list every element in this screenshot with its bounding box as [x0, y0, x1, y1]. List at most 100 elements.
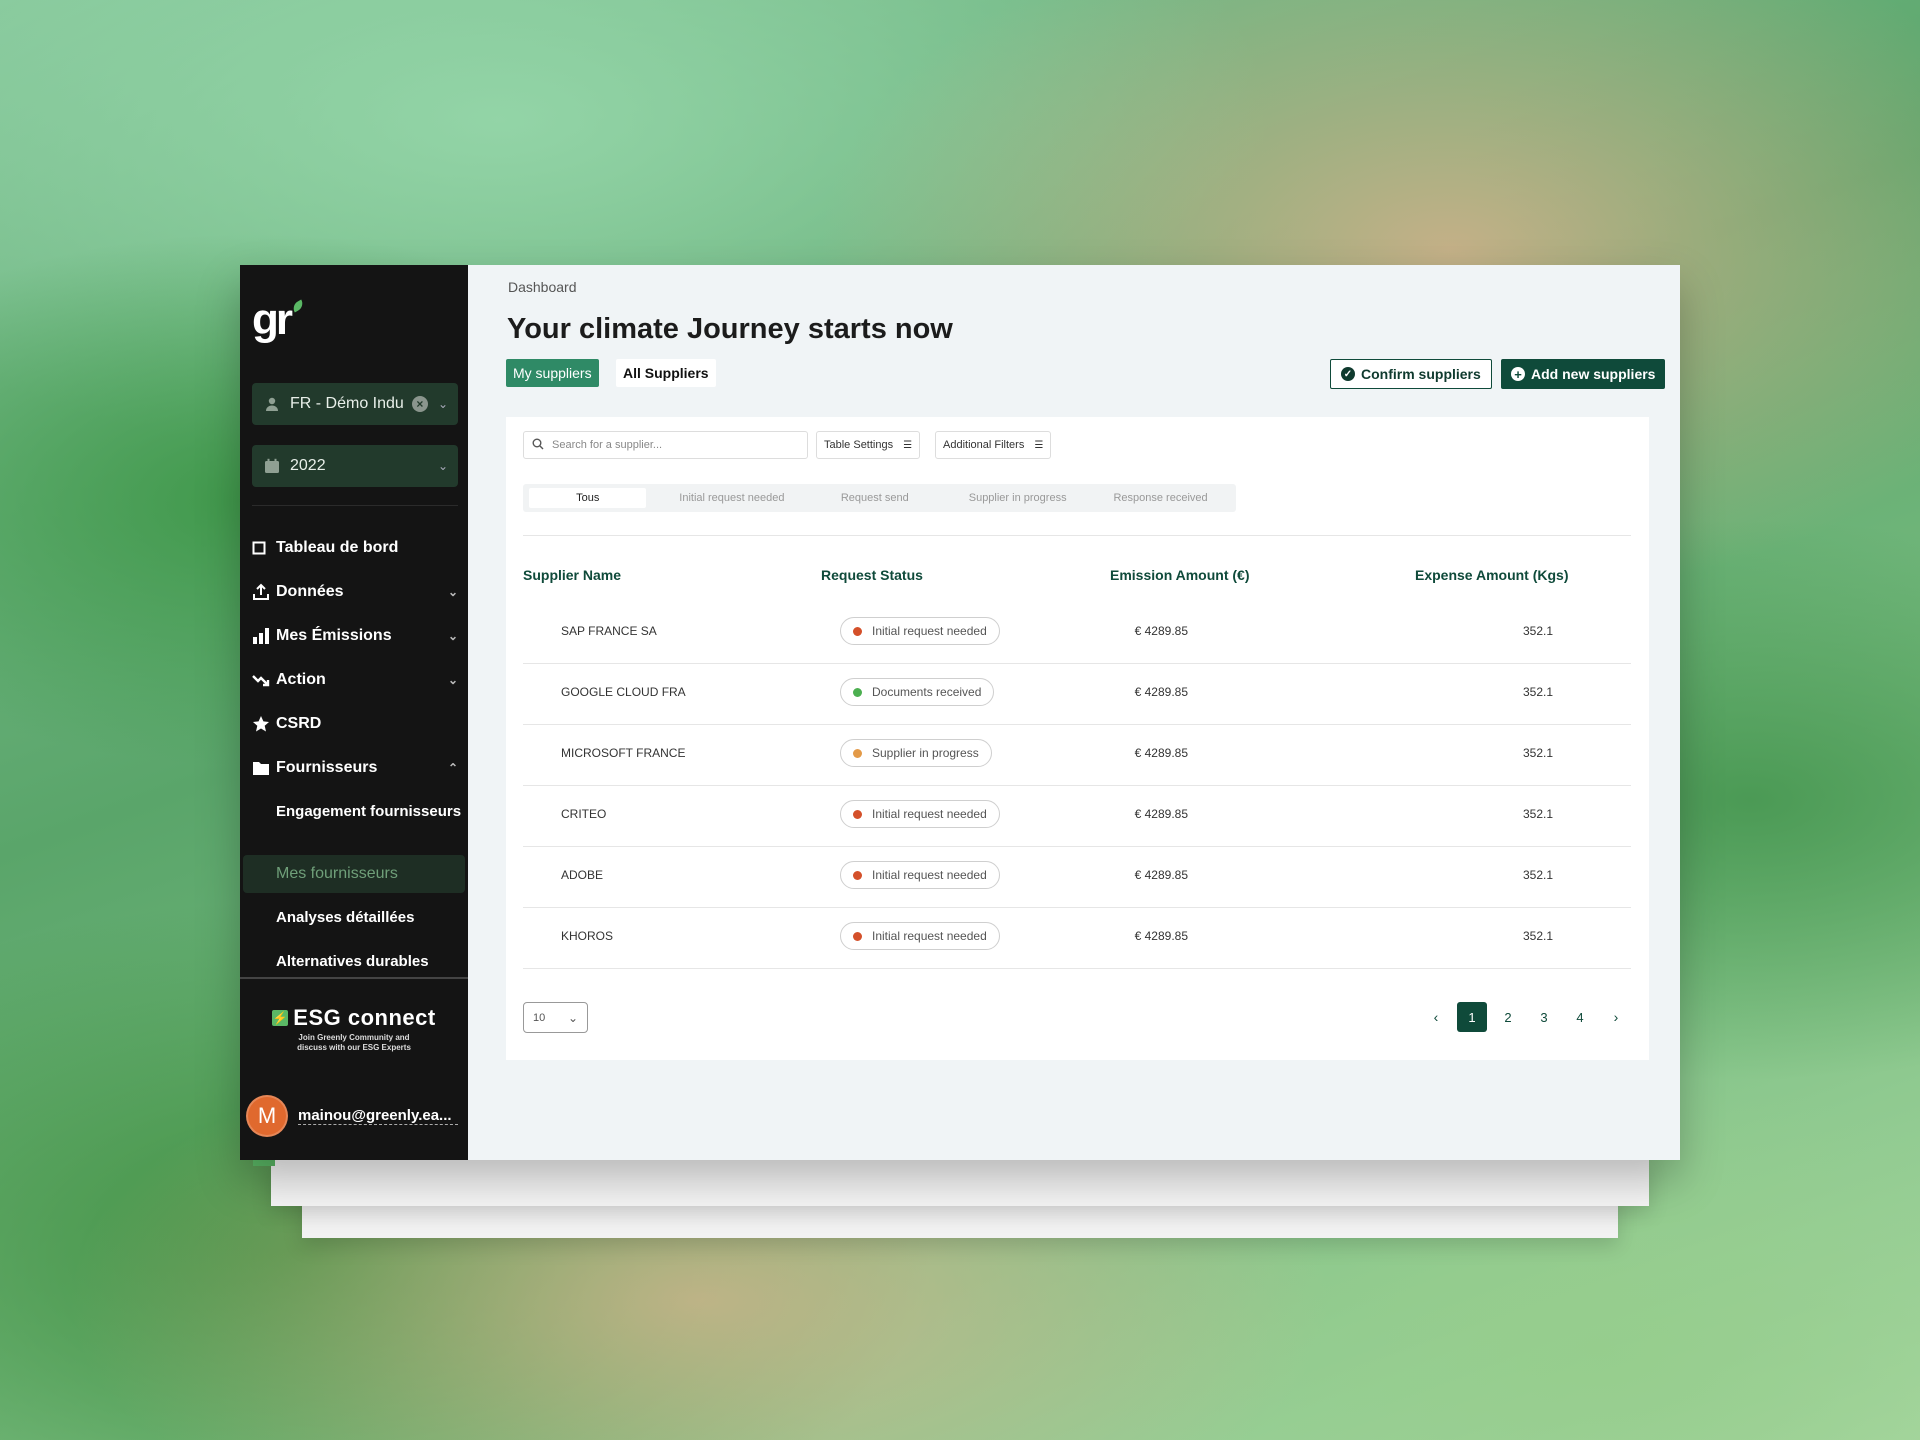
table-row[interactable]: ADOBE Initial request needed € 4289.85 352.…: [523, 846, 1631, 907]
status-tab-supplier-in-progress[interactable]: Supplier in progress: [946, 488, 1089, 508]
column-header-emission[interactable]: Emission Amount (€): [1110, 567, 1250, 583]
table-row[interactable]: SAP FRANCE SA Initial request needed € 428…: [523, 602, 1631, 663]
emission-amount: € 4289.85: [1134, 868, 1188, 882]
esg-subtitle-2: discuss with our ESG Experts: [297, 1043, 411, 1052]
add-label: Add new suppliers: [1531, 366, 1656, 382]
table-divider: [523, 535, 1631, 536]
chevron-down-icon: ⌄: [567, 1010, 578, 1025]
year-value: 2022: [290, 457, 326, 474]
nav-csrd[interactable]: CSRD: [252, 706, 458, 742]
organization-select[interactable]: FR - Démo Indu × ⌄: [252, 383, 458, 425]
nav-label: Mes Émissions: [276, 627, 392, 644]
year-select[interactable]: 2022 ⌄: [252, 445, 458, 487]
search-icon: [532, 438, 544, 453]
supplier-name: GOOGLE CLOUD FRA: [561, 685, 686, 699]
emission-amount: € 4289.85: [1134, 685, 1188, 699]
status-badge[interactable]: Initial request needed: [840, 800, 1000, 828]
status-badge[interactable]: Documents received: [840, 678, 995, 706]
sidebar: gr FR - Démo Indu × ⌄ 2022 ⌄ Tableau de …: [240, 265, 468, 1160]
clear-icon[interactable]: ×: [411, 396, 428, 412]
nav-label: Action: [276, 671, 326, 688]
additional-filters-button[interactable]: Additional Filters ☰: [935, 431, 1052, 459]
sidebar-divider: [240, 977, 468, 979]
leaf-icon: [290, 299, 306, 313]
add-suppliers-button[interactable]: + Add new suppliers: [1501, 359, 1666, 389]
confirm-suppliers-button[interactable]: ✓ Confirm suppliers: [1330, 359, 1492, 389]
status-dot: [853, 809, 862, 819]
status-filter-tabs: Tous Initial request needed Request send…: [523, 484, 1236, 512]
upload-icon: [252, 583, 276, 601]
nav-action[interactable]: Action ⌄: [252, 662, 458, 698]
column-header-supplier[interactable]: Supplier Name: [523, 567, 621, 583]
column-header-expense[interactable]: Expense Amount (Kgs): [1415, 567, 1569, 583]
nav-mes-emissions[interactable]: Mes Émissions ⌄: [252, 618, 458, 654]
nav-tableau-de-bord[interactable]: Tableau de bord: [252, 530, 458, 566]
page-1[interactable]: 1: [1457, 1002, 1487, 1032]
emission-amount: € 4289.85: [1134, 746, 1188, 760]
emission-amount: € 4289.85: [1134, 929, 1188, 943]
supplier-name: CRITEO: [561, 807, 607, 821]
supplier-name: KHOROS: [561, 929, 614, 943]
status-tab-response-received[interactable]: Response received: [1089, 488, 1232, 508]
expense-amount: 352.1: [1522, 624, 1553, 638]
user-email: mainou@greenly.ea...: [298, 1107, 458, 1125]
main-content: Dashboard Your climate Journey starts no…: [468, 265, 1680, 1160]
status-badge[interactable]: Initial request needed: [840, 922, 1000, 950]
esg-connect-banner[interactable]: ⚡ ESG connect Join Greenly Community and …: [240, 1005, 468, 1053]
column-header-status[interactable]: Request Status: [821, 567, 923, 583]
page-4[interactable]: 4: [1565, 1002, 1595, 1032]
status-label: Supplier in progress: [872, 746, 979, 760]
table-settings-button[interactable]: Table Settings ☰: [816, 431, 921, 459]
user-icon: [262, 394, 282, 414]
search-input[interactable]: Search for a supplier...: [523, 431, 808, 459]
table-row[interactable]: CRITEO Initial request needed € 4289.85 352…: [523, 785, 1631, 846]
next-page-icon[interactable]: ›: [1601, 1002, 1631, 1032]
greenly-logo[interactable]: gr: [252, 295, 306, 345]
row-divider: [523, 968, 1631, 969]
table-row[interactable]: MICROSOFT FRANCE Supplier in progress € 42…: [523, 724, 1631, 785]
suppliers-card: Search for a supplier... Table Settings …: [506, 417, 1649, 1060]
tab-all-suppliers[interactable]: All Suppliers: [616, 359, 716, 387]
trend-down-icon: [252, 673, 276, 687]
window-stack-shadow-front: [271, 1160, 1649, 1206]
star-icon: [252, 715, 276, 733]
breadcrumb[interactable]: Dashboard: [508, 279, 577, 295]
nav-label: CSRD: [276, 715, 322, 732]
esg-title: ⚡ ESG connect: [240, 1005, 468, 1031]
prev-page-icon[interactable]: ‹: [1421, 1002, 1451, 1032]
avatar: M: [246, 1095, 288, 1137]
table-row[interactable]: KHOROS Initial request needed € 4289.85 352…: [523, 907, 1631, 968]
folder-icon: [252, 760, 276, 776]
status-tab-tous[interactable]: Tous: [529, 488, 647, 508]
status-dot: [853, 931, 862, 941]
sidebar-divider: [252, 505, 458, 506]
app-window: gr FR - Démo Indu × ⌄ 2022 ⌄ Tableau de …: [240, 265, 1680, 1160]
tab-my-suppliers[interactable]: My suppliers: [506, 359, 599, 387]
esg-subtitle-1: Join Greenly Community and: [298, 1033, 410, 1042]
nav-fournisseurs[interactable]: Fournisseurs ⌃: [252, 750, 458, 786]
square-icon: [252, 541, 276, 555]
status-badge[interactable]: Initial request needed: [840, 617, 1000, 645]
rows-per-page-value: 10: [533, 1011, 546, 1024]
subnav-engagement-fournisseurs[interactable]: Engagement fournisseurs: [276, 803, 466, 821]
subnav-mes-fournisseurs[interactable]: Mes fournisseurs: [243, 855, 465, 893]
pagination: ‹ 1 2 3 4 ›: [1415, 1002, 1631, 1032]
status-tab-request-send[interactable]: Request send: [803, 488, 946, 508]
status-tab-initial-request[interactable]: Initial request needed: [660, 488, 803, 508]
nav-donnees[interactable]: Données ⌄: [252, 574, 458, 610]
status-badge[interactable]: Supplier in progress: [840, 739, 992, 767]
confirm-label: Confirm suppliers: [1361, 366, 1481, 382]
subnav-alternatives-durables[interactable]: Alternatives durables: [276, 953, 466, 971]
status-dot: [853, 748, 862, 758]
user-menu[interactable]: M mainou@greenly.ea...: [246, 1095, 458, 1137]
table-row[interactable]: GOOGLE CLOUD FRA Documents received € 4289…: [523, 663, 1631, 724]
rows-per-page-select[interactable]: 10 ⌄: [523, 1002, 588, 1033]
page-3[interactable]: 3: [1529, 1002, 1559, 1032]
status-badge[interactable]: Initial request needed: [840, 861, 1000, 889]
status-label: Initial request needed: [872, 868, 987, 882]
emission-amount: € 4289.85: [1134, 807, 1188, 821]
page-2[interactable]: 2: [1493, 1002, 1523, 1032]
subnav-analyses-detaillees[interactable]: Analyses détaillées: [276, 909, 466, 927]
nav-label: Fournisseurs: [276, 759, 378, 776]
chevron-down-icon: ⌄: [447, 629, 458, 643]
